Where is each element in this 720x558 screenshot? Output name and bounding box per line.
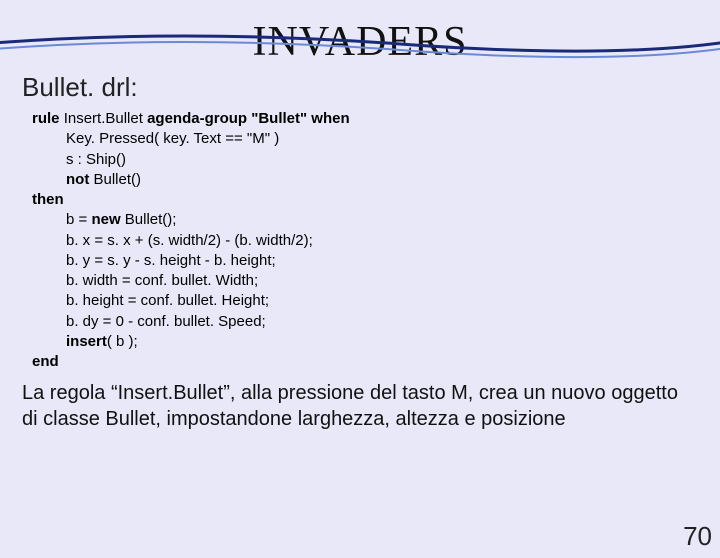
- slide-title: INVADERS: [0, 18, 720, 66]
- description-text: La regola “Insert.Bullet”, alla pression…: [22, 380, 698, 432]
- page-number: 70: [683, 521, 712, 552]
- code-block: rule Insert.Bullet agenda-group "Bullet"…: [32, 109, 720, 372]
- slide-subtitle: Bullet. drl:: [22, 72, 720, 103]
